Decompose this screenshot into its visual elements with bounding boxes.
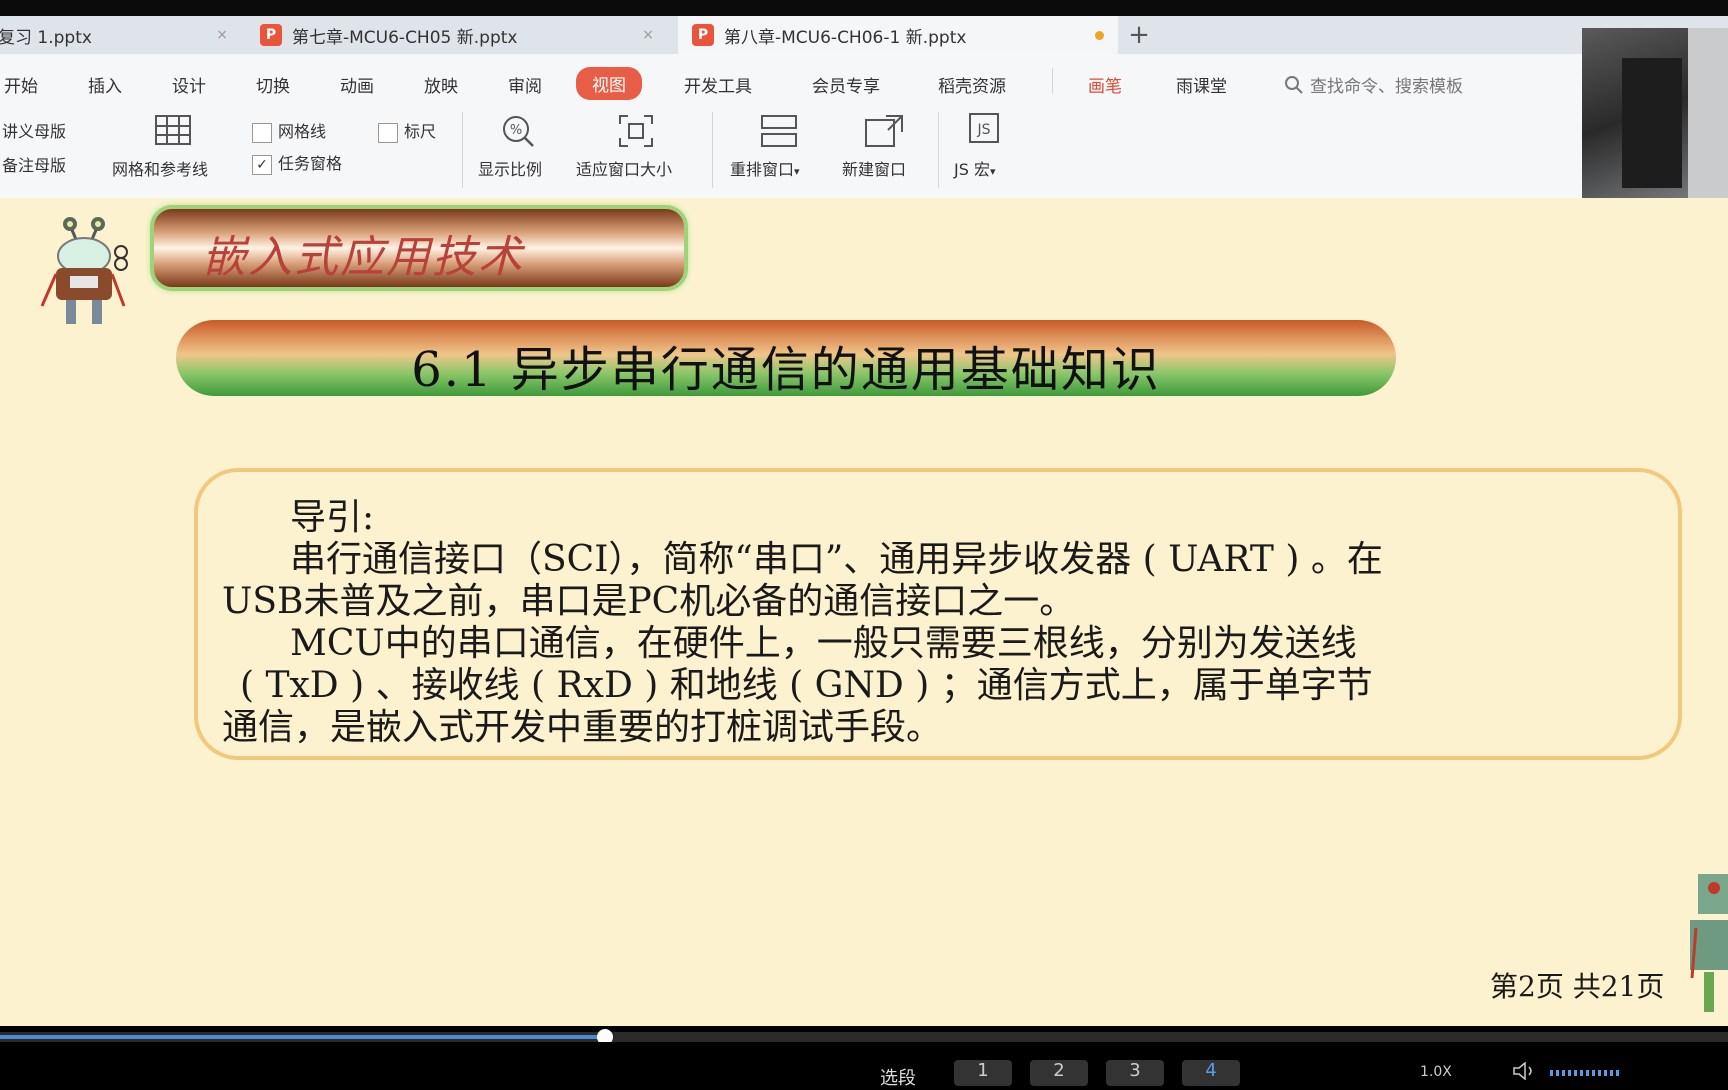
webcam-overlay <box>1582 28 1728 214</box>
gridlines-checkbox[interactable]: 网格线 <box>252 118 326 143</box>
menu-home[interactable]: 开始 <box>4 72 38 97</box>
menu-rain-classroom[interactable]: 雨课堂 <box>1176 72 1227 97</box>
volume-icon[interactable] <box>1512 1062 1542 1080</box>
video-progress-bar[interactable] <box>0 1029 1728 1045</box>
menu-design[interactable]: 设计 <box>172 72 206 97</box>
checkbox-icon <box>378 122 398 143</box>
menu-pen[interactable]: 画笔 <box>1088 72 1122 97</box>
divider <box>938 112 939 188</box>
tab-label: 第七章-MCU6-CH05 新.pptx <box>292 27 518 48</box>
tab-ch05[interactable]: P 第七章-MCU6-CH05 新.pptx × <box>246 16 666 54</box>
dropdown-arrow-icon: ▾ <box>989 165 996 178</box>
brand-text: 嵌入式应用技术 <box>202 232 524 283</box>
search-box[interactable]: 查找命令、搜索模板 <box>1284 72 1463 97</box>
intro-line-5: 通信，是嵌入式开发中重要的打桩调试手段。 <box>222 707 943 748</box>
slide-title: 6.1 异步串行通信的通用基础知识 <box>411 342 1161 398</box>
top-bar <box>0 0 1728 16</box>
tab-review[interactable]: 复习 1.pptx × <box>0 16 240 54</box>
new-window-button[interactable]: 新建窗口 <box>842 156 906 180</box>
webcam-door <box>1622 58 1682 188</box>
arrange-window-icon <box>761 115 797 147</box>
divider <box>1052 68 1053 94</box>
js-macro-button[interactable]: JS 宏▾ <box>954 156 996 180</box>
grid-icon <box>155 115 191 145</box>
ruler-label: 标尺 <box>404 122 437 141</box>
select-segment-label: 选段 <box>880 1068 916 1089</box>
add-tab-button[interactable]: + <box>1124 16 1154 54</box>
robot-mascot-icon <box>40 217 128 324</box>
menu-animation[interactable]: 动画 <box>340 72 374 97</box>
close-icon[interactable]: × <box>642 27 654 43</box>
svg-text:%: % <box>510 123 522 138</box>
notes-master-button[interactable]: 备注母版 <box>2 152 66 176</box>
menu-view[interactable]: 视图 <box>576 67 642 100</box>
js-macro-label: JS 宏 <box>954 160 990 179</box>
tab-label: 第八章-MCU6-CH06-1 新.pptx <box>724 27 967 48</box>
page-number: 第2页 共21页 <box>1490 970 1665 1003</box>
volume-level[interactable] <box>1550 1070 1620 1076</box>
arrange-label: 重排窗口 <box>730 160 795 179</box>
divider <box>462 112 463 188</box>
tab-ch06[interactable]: P 第八章-MCU6-CH06-1 新.pptx <box>678 16 1118 54</box>
grid-guides-button[interactable]: 网格和参考线 <box>112 156 208 180</box>
ruler-checkbox[interactable]: 标尺 <box>378 118 436 143</box>
tab-bar: 复习 1.pptx × P 第七章-MCU6-CH05 新.pptx × P 第… <box>0 16 1728 54</box>
robot-corner-icon <box>1690 874 1728 1012</box>
episode-1-button[interactable]: 1 <box>954 1060 1012 1086</box>
tab-label: 复习 1.pptx <box>0 27 92 48</box>
search-icon <box>1285 75 1303 94</box>
menu-slideshow[interactable]: 放映 <box>424 72 458 97</box>
course-brand-banner: 嵌入式应用技术 <box>150 205 688 291</box>
fit-window-icon <box>619 115 653 147</box>
task-pane-checkbox[interactable]: ✓ 任务窗格 <box>252 150 342 175</box>
dropdown-arrow-icon: ▾ <box>794 165 800 178</box>
search-placeholder: 查找命令、搜索模板 <box>1310 77 1463 97</box>
ppt-icon: P <box>260 24 282 46</box>
slide-title-banner: 6.1 异步串行通信的通用基础知识 <box>176 320 1396 398</box>
episode-3-button[interactable]: 3 <box>1106 1060 1164 1086</box>
progress-fill <box>0 1035 605 1039</box>
checkmark-icon: ✓ <box>252 154 272 175</box>
slide-panel-edge <box>0 198 31 1026</box>
playback-speed[interactable]: 1.0X <box>1420 1064 1452 1080</box>
close-icon[interactable]: × <box>216 27 228 43</box>
checkbox-icon <box>252 122 272 143</box>
fit-window-button[interactable]: 适应窗口大小 <box>576 156 672 180</box>
task-pane-label: 任务窗格 <box>278 154 343 173</box>
episode-2-button[interactable]: 2 <box>1030 1060 1088 1086</box>
js-macro-icon: JS <box>969 113 999 143</box>
menu-docer[interactable]: 稻壳资源 <box>938 72 1006 97</box>
menu-insert[interactable]: 插入 <box>88 72 122 97</box>
handout-master-button[interactable]: 讲义母版 <box>2 118 66 142</box>
new-window-icon <box>865 115 903 147</box>
player-controls: 选段 1 2 3 4 1.0X <box>0 1042 1728 1089</box>
arrange-window-button[interactable]: 重排窗口▾ <box>730 156 800 180</box>
zoom-button[interactable]: 显示比例 <box>478 156 542 180</box>
menu-member[interactable]: 会员专享 <box>812 72 880 97</box>
ppt-icon: P <box>692 24 714 46</box>
zoom-icon: % <box>503 116 534 147</box>
menu-review[interactable]: 审阅 <box>508 72 542 97</box>
ribbon: 开始 插入 设计 切换 动画 放映 审阅 视图 开发工具 会员专享 稻壳资源 画… <box>0 54 1728 199</box>
menu-transition[interactable]: 切换 <box>256 72 290 97</box>
gridlines-label: 网格线 <box>278 122 327 141</box>
webcam-wall <box>1688 28 1728 214</box>
svg-text:JS: JS <box>976 122 990 138</box>
episode-4-button[interactable]: 4 <box>1182 1060 1240 1086</box>
menu-devtools[interactable]: 开发工具 <box>684 72 752 97</box>
divider <box>712 112 713 188</box>
unsaved-dot-icon <box>1095 31 1104 40</box>
